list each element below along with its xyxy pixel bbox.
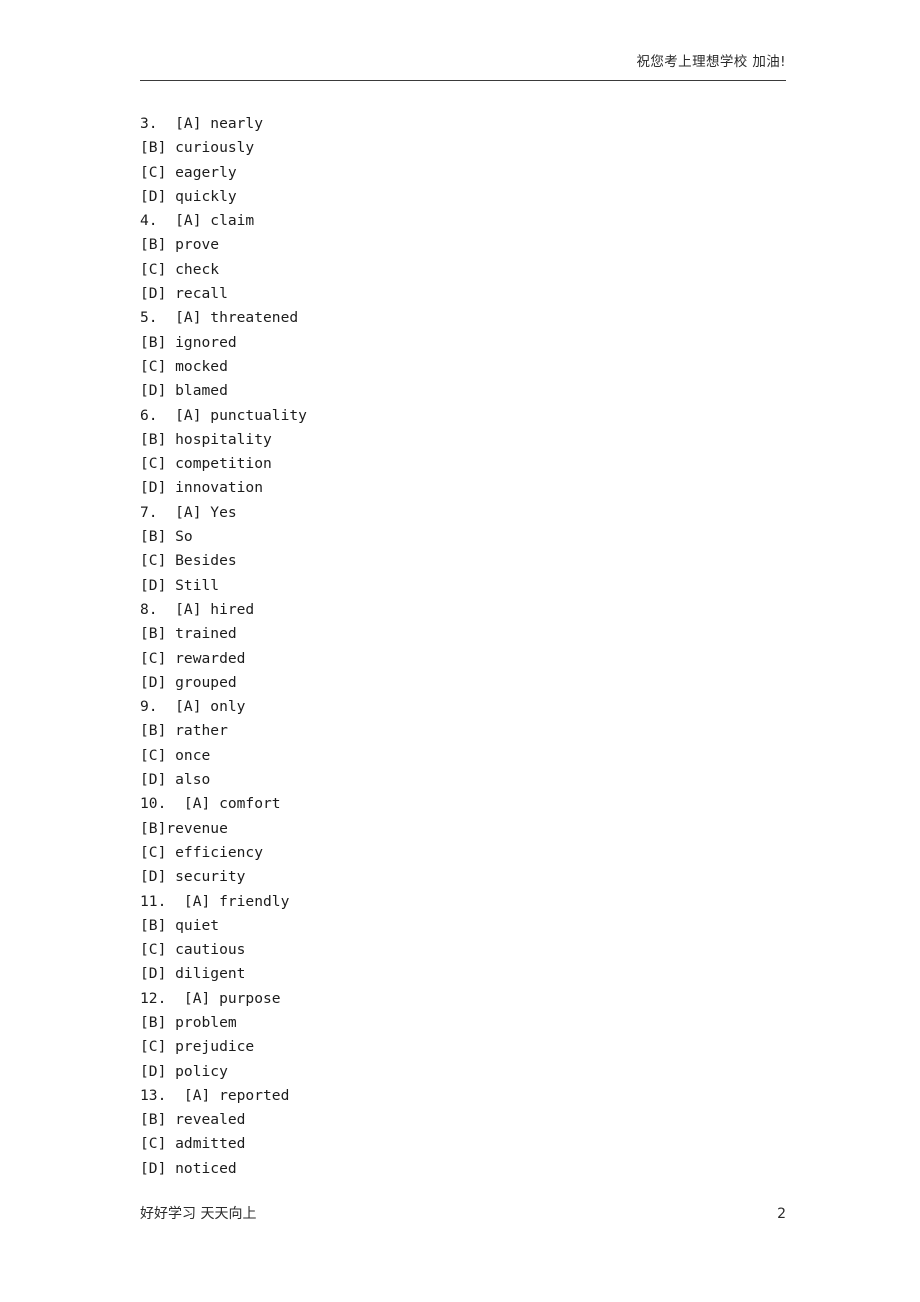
option-line: [C] once xyxy=(140,746,211,764)
option-line: [D] Still xyxy=(140,576,220,594)
option-line: [D] diligent xyxy=(140,965,246,983)
option-line: [C] mocked xyxy=(140,357,228,375)
question-first-option-line: 3. [A] nearly xyxy=(140,115,264,132)
option-line: [B] quiet xyxy=(140,916,220,934)
option-line: [C] admitted xyxy=(140,1135,246,1153)
option-line: [C] efficiency xyxy=(140,843,264,861)
option-line: [C] eagerly xyxy=(140,163,237,181)
page-header: 祝您考上理想学校 加油! xyxy=(140,52,786,86)
question-first-option-line: 12. [A] purpose xyxy=(140,989,281,1007)
option-line: [C] competition xyxy=(140,455,272,473)
question-first-option-line: 6. [A] punctuality xyxy=(140,406,307,424)
option-line: [C] cautious xyxy=(140,941,246,959)
option-line: [D] blamed xyxy=(140,382,228,400)
option-line: [B] So xyxy=(140,528,193,546)
option-line: [D] recall xyxy=(140,285,228,303)
multiple-choice-option-list: 3. [A] nearly [B] curiously [C] eagerly [D]… xyxy=(140,112,786,1181)
question-first-option-line: 9. [A] only xyxy=(140,698,246,716)
question-first-option-line: 10. [A] comfort xyxy=(140,795,281,813)
option-line: [B] rather xyxy=(140,722,228,740)
option-line: [B] revealed xyxy=(140,1111,246,1129)
question-first-option-line: 7. [A] Yes xyxy=(140,503,237,521)
question-first-option-line: 13. [A] reported xyxy=(140,1086,290,1104)
option-line: [B] problem xyxy=(140,1013,237,1031)
page-footer: 好好学习 天天向上 2 xyxy=(140,1203,786,1229)
question-first-option-line: 4. [A] claim xyxy=(140,212,255,230)
footer-slogan: 好好学习 天天向上 xyxy=(140,1206,257,1222)
option-line: [B] curiously xyxy=(140,139,255,157)
option-line: [B] trained xyxy=(140,625,237,643)
header-rule-divider xyxy=(140,80,786,81)
question-first-option-line: 8. [A] hired xyxy=(140,600,255,618)
document-page: 祝您考上理想学校 加油! 3. [A] nearly [B] curiously [… xyxy=(0,0,920,1302)
option-line: [D] also xyxy=(140,771,211,789)
question-first-option-line: 5. [A] threatened xyxy=(140,309,299,327)
option-line: [B] ignored xyxy=(140,333,237,351)
option-line: [D] quickly xyxy=(140,187,237,205)
option-line: [D] policy xyxy=(140,1062,228,1080)
option-line: [B] hospitality xyxy=(140,430,272,448)
option-line: [D] innovation xyxy=(140,479,264,497)
page-number: 2 xyxy=(777,1206,786,1222)
header-slogan: 祝您考上理想学校 加油! xyxy=(636,54,786,70)
option-line: [B]revenue xyxy=(140,819,228,837)
question-first-option-line: 11. [A] friendly xyxy=(140,892,290,910)
option-line: [C] rewarded xyxy=(140,649,246,667)
option-line: [D] noticed xyxy=(140,1159,237,1177)
option-line: [C] Besides xyxy=(140,552,237,570)
option-line: [C] prejudice xyxy=(140,1038,255,1056)
option-line: [C] check xyxy=(140,260,220,278)
option-line: [B] prove xyxy=(140,236,220,254)
option-line: [D] security xyxy=(140,868,246,886)
option-line: [D] grouped xyxy=(140,673,237,691)
